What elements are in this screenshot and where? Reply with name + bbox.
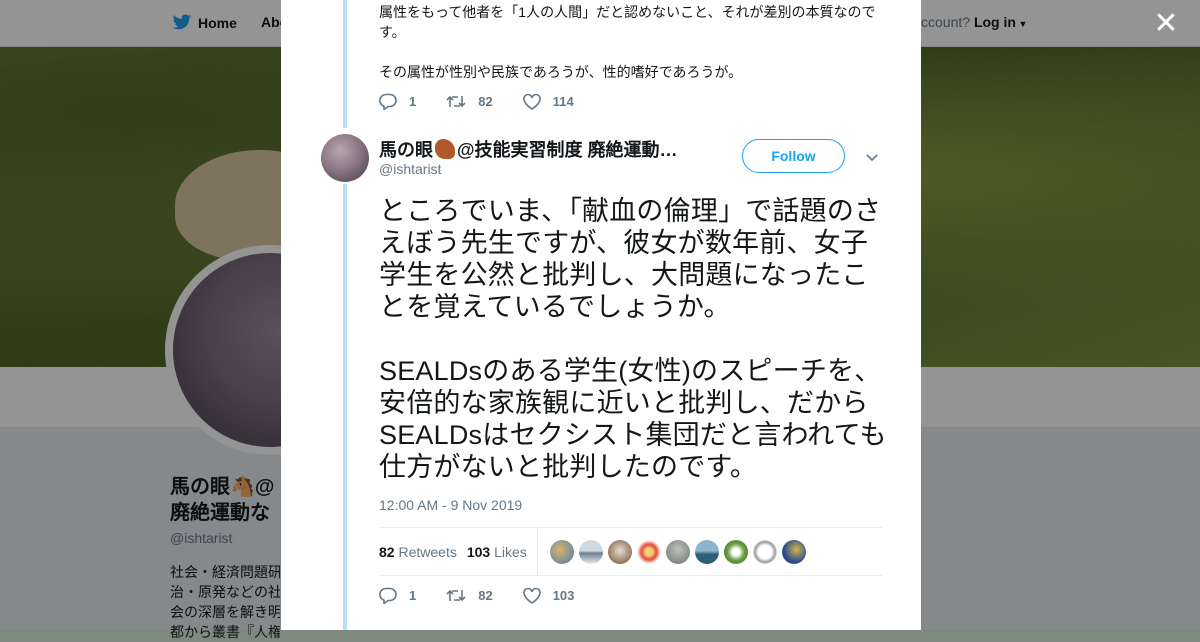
user-name[interactable]: 馬の眼 @技能実習制度 廃絶運動… [379, 136, 678, 162]
retweet-button[interactable]: 82 [446, 588, 493, 603]
tweet-timestamp[interactable]: 12:00 AM - 9 Nov 2019 [379, 497, 522, 513]
retweet-icon [446, 589, 466, 602]
close-icon[interactable]: ✕ [1150, 8, 1182, 40]
user-name-text: 馬の眼 [379, 140, 433, 160]
liker-avatar[interactable] [549, 539, 574, 564]
liker-avatar[interactable] [694, 539, 719, 564]
user-name-rest: @技能実習制度 廃絶運動… [457, 140, 678, 160]
reply-button[interactable]: 1 [379, 93, 416, 110]
chevron-down-icon[interactable] [865, 150, 879, 164]
retweets-stat-label: Retweets [398, 543, 457, 560]
heart-icon [522, 587, 541, 604]
tweet-actions: 1 82 103 [379, 587, 604, 604]
liker-avatar[interactable] [752, 539, 777, 564]
liker-avatar[interactable] [636, 539, 661, 564]
tweet-paragraph: ところでいま、「献血の倫理」で話題のさえぼう先生ですが、彼女が数年前、女子学生を… [379, 196, 882, 322]
tweet-paragraph: SEALDsのある学生(女性)のスピーチを、安倍的な家族観に近いと批判し、だから… [379, 356, 887, 482]
liker-avatar[interactable] [607, 539, 632, 564]
retweet-icon [446, 95, 466, 108]
reply-count: 1 [409, 94, 417, 109]
retweet-count: 82 [478, 588, 493, 603]
thread-line-bottom [343, 184, 347, 630]
tweet-text: ところでいま、「献血の倫理」で話題のさえぼう先生ですが、彼女が数年前、女子学生を… [379, 195, 889, 483]
retweet-button[interactable]: 82 [446, 94, 493, 109]
likes-stat-label: Likes [494, 543, 527, 560]
prev-text-line: 属性をもって他者を「1人の人間」だと認めないこと、それが差別の本質なので [379, 4, 876, 20]
previous-tweet-text: 属性をもって他者を「1人の人間」だと認めないこと、それが差別の本質なので す。 … [379, 2, 884, 82]
retweet-count: 82 [478, 94, 493, 109]
prev-text-line: す。 [379, 24, 406, 40]
like-count: 103 [552, 588, 575, 603]
liker-avatar[interactable] [665, 539, 690, 564]
liker-avatar[interactable] [578, 539, 603, 564]
reply-count: 1 [409, 588, 417, 603]
heart-icon [522, 93, 541, 110]
liker-avatar[interactable] [781, 539, 806, 564]
likes-stat-count: 103 [466, 543, 491, 560]
prev-text-line: その属性が性別や民族であろうが、性的嗜好であろうが。 [379, 64, 743, 80]
user-handle[interactable]: @ishtarist [379, 161, 441, 177]
stats-divider [536, 528, 538, 575]
like-count: 114 [552, 94, 574, 109]
likes-stat[interactable]: 103 Likes [467, 544, 527, 560]
like-button[interactable]: 114 [522, 93, 574, 110]
reply-button[interactable]: 1 [379, 587, 416, 604]
retweets-stat[interactable]: 82 Retweets [379, 544, 457, 560]
reply-icon [379, 587, 397, 604]
avatar[interactable] [321, 134, 369, 182]
follow-button[interactable]: Follow [742, 139, 845, 173]
liker-avatar[interactable] [723, 539, 748, 564]
like-button[interactable]: 103 [522, 587, 575, 604]
reply-icon [379, 93, 397, 110]
retweets-stat-count: 82 [379, 543, 395, 560]
tweet-stats: 82 Retweets 103 Likes [379, 527, 882, 576]
previous-tweet-actions: 1 82 114 [379, 93, 604, 110]
thread-line-top [343, 0, 347, 128]
horse-icon [435, 139, 455, 159]
tweet-modal: 属性をもって他者を「1人の人間」だと認めないこと、それが差別の本質なので す。 … [281, 0, 921, 630]
